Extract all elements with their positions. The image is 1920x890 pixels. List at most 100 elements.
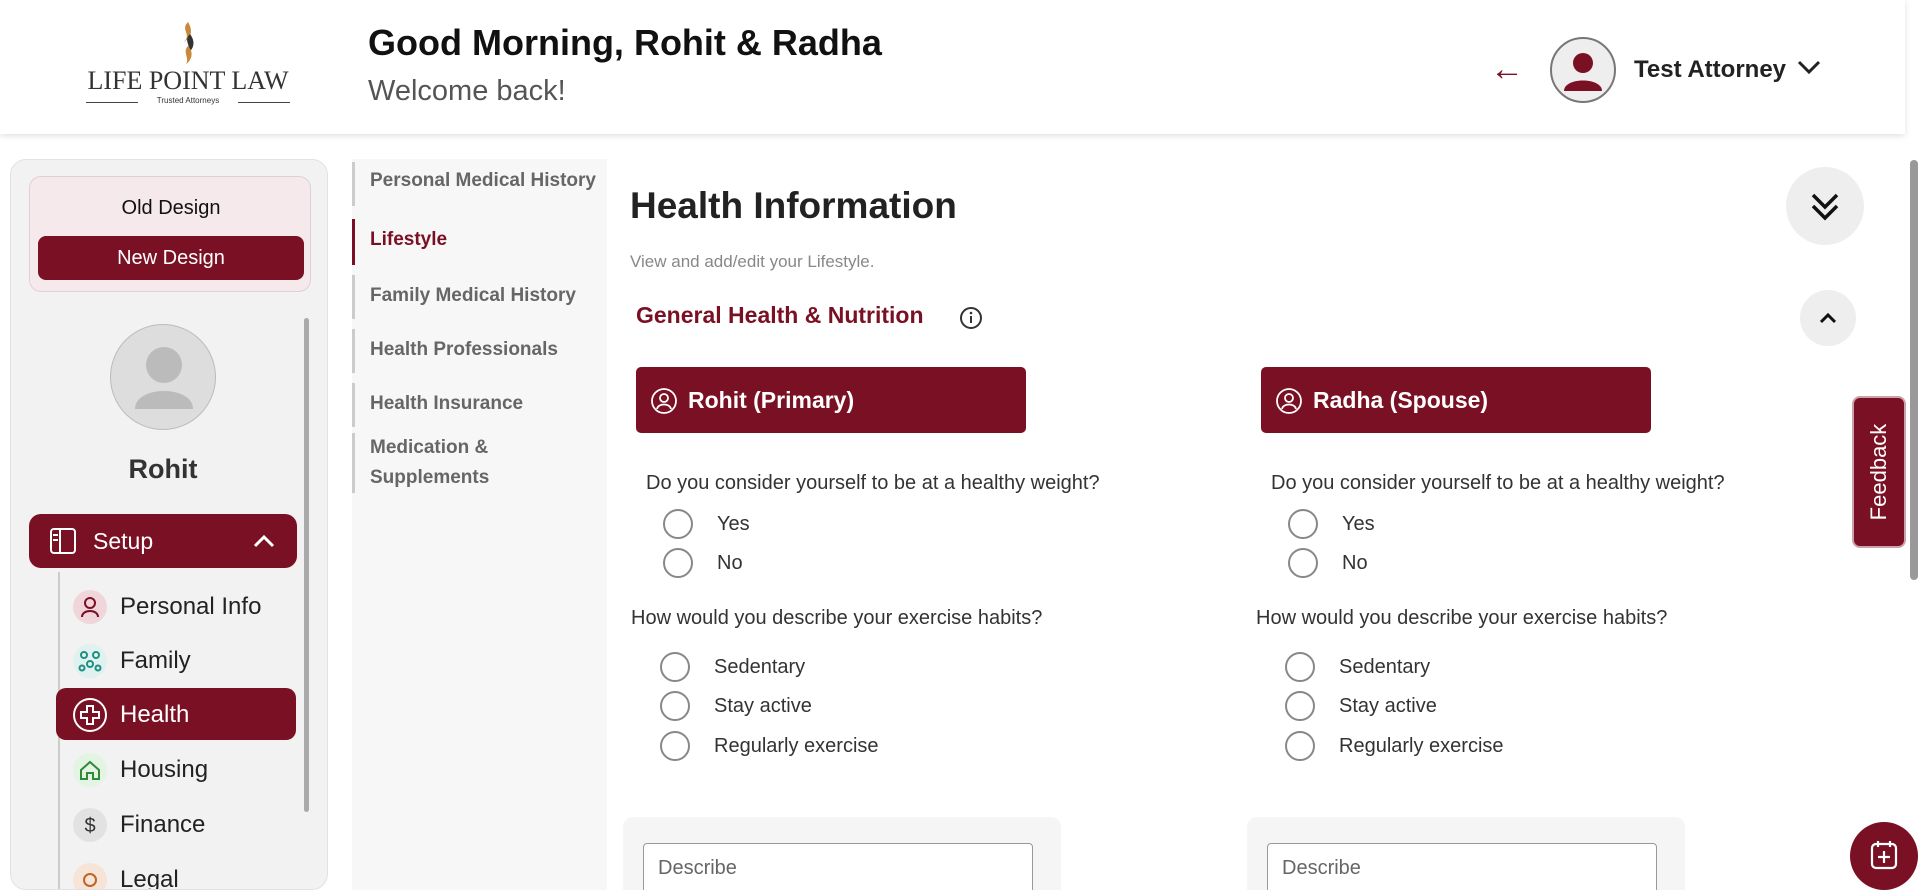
subnav-personal-medical-history[interactable]: Personal Medical History <box>352 162 607 206</box>
subnav-label: Health Professionals <box>370 339 558 360</box>
user-name[interactable]: Test Attorney <box>1634 56 1786 84</box>
profile-name: Rohit <box>128 454 198 484</box>
setup-menu-toggle[interactable]: Setup <box>29 514 297 568</box>
option-label: Sedentary <box>1339 656 1431 678</box>
subnav-medication-supplements[interactable]: Medication & Supplements <box>352 433 607 493</box>
sidebar-item-label: Legal <box>120 866 179 890</box>
subnav-indicator <box>352 275 355 319</box>
radha-describe-input[interactable] <box>1267 843 1657 890</box>
subnav-indicator <box>352 329 355 373</box>
section-collapse-button[interactable] <box>1800 290 1856 346</box>
chevron-up-icon <box>1819 312 1837 324</box>
person-circle-icon <box>651 388 677 414</box>
sidebar-item-label: Personal Info <box>120 593 262 620</box>
radio-circle[interactable] <box>1288 509 1318 539</box>
subnav-label: Medication & <box>370 437 489 458</box>
logo-name: LIFE POINT LAW <box>87 66 289 95</box>
radio-circle[interactable] <box>1285 652 1315 682</box>
setup-icon <box>50 528 76 554</box>
sidebar-item-finance[interactable]: $ Finance <box>56 798 296 850</box>
person-circle-icon <box>1276 388 1302 414</box>
subnav-health-professionals[interactable]: Health Professionals <box>352 329 607 373</box>
radio-circle[interactable] <box>660 652 690 682</box>
family-icon <box>73 644 107 678</box>
sidebar-item-personal-info[interactable]: Personal Info <box>56 580 296 632</box>
back-arrow-icon[interactable]: ← <box>1490 52 1524 86</box>
radha-describe-box <box>1247 817 1685 890</box>
home-icon <box>73 753 107 787</box>
setup-label: Setup <box>93 528 154 554</box>
exercise-habits-question: How would you describe your exercise hab… <box>631 607 1043 629</box>
user-avatar[interactable] <box>1550 37 1616 103</box>
sidebar-scrollbar[interactable] <box>304 318 309 812</box>
svg-text:$: $ <box>84 815 95 837</box>
option-label: Stay active <box>1339 695 1437 717</box>
sidebar-item-health[interactable]: Health <box>56 688 296 740</box>
option-label: Regularly exercise <box>714 735 879 757</box>
user-silhouette-icon <box>1564 53 1602 91</box>
option-label: No <box>1342 552 1368 574</box>
sidebar-item-label: Family <box>120 647 191 674</box>
sidebar-item-label: Finance <box>120 811 206 838</box>
profile-silhouette-icon <box>135 347 193 409</box>
radio-circle[interactable] <box>660 691 690 721</box>
subnav-lifestyle[interactable]: Lifestyle <box>352 219 607 265</box>
radio-circle[interactable] <box>1285 691 1315 721</box>
column-name: Radha (Spouse) <box>1313 387 1489 413</box>
welcome-text: Welcome back! <box>368 75 566 107</box>
radio-circle[interactable] <box>663 548 693 578</box>
rohit-describe-input[interactable] <box>643 843 1033 890</box>
feedback-tab[interactable]: Feedback <box>1852 396 1906 548</box>
chevron-down-icon[interactable] <box>1796 58 1822 76</box>
left-sidebar: Old Design New Design Rohit Setup Person… <box>10 159 328 890</box>
rohit-primary-header: Rohit (Primary) <box>636 367 1026 433</box>
radha-spouse-header: Radha (Spouse) <box>1261 367 1651 433</box>
subnav-label: Health Insurance <box>370 393 524 414</box>
healthy-weight-question: Do you consider yourself to be at a heal… <box>1271 472 1725 494</box>
new-design-button[interactable]: New Design <box>38 236 304 280</box>
exercise-habits-question: How would you describe your exercise hab… <box>1256 607 1668 629</box>
subnav-label: Family Medical History <box>370 285 576 306</box>
logo-tagline: Trusted Attorneys <box>156 96 220 105</box>
option-label: Regularly exercise <box>1339 735 1504 757</box>
subnav-label: Lifestyle <box>370 229 448 250</box>
option-label: Yes <box>1342 513 1375 535</box>
page-subtitle: View and add/edit your Lifestyle. <box>630 252 875 271</box>
chevron-up-icon <box>253 534 275 548</box>
column-name: Rohit (Primary) <box>688 387 855 413</box>
page-scrollbar[interactable] <box>1910 160 1918 580</box>
subnav-indicator <box>352 162 355 206</box>
sidebar-item-housing[interactable]: Housing <box>56 743 296 795</box>
subnav-label-line2: Supplements <box>370 467 490 488</box>
option-label: Yes <box>717 513 750 535</box>
old-design-button[interactable]: Old Design <box>30 197 312 220</box>
radio-circle[interactable] <box>663 509 693 539</box>
life-point-law-logo[interactable]: LIFE POINT LAW Trusted Attorneys <box>86 18 290 112</box>
double-chevron-down-icon <box>1811 193 1839 221</box>
health-cross-icon <box>73 698 107 732</box>
health-subnav: Personal Medical History Lifestyle Famil… <box>352 159 607 890</box>
radio-circle[interactable] <box>660 731 690 761</box>
dollar-icon: $ <box>73 808 107 842</box>
add-note-button[interactable] <box>1850 822 1918 890</box>
radio-circle[interactable] <box>1285 731 1315 761</box>
person-icon <box>73 590 107 624</box>
profile-avatar <box>110 324 216 430</box>
logo-rule-right <box>238 102 290 103</box>
radio-circle[interactable] <box>1288 548 1318 578</box>
subnav-health-insurance[interactable]: Health Insurance <box>352 383 607 427</box>
collapse-all-button[interactable] <box>1786 167 1864 245</box>
subnav-family-medical-history[interactable]: Family Medical History <box>352 275 607 319</box>
sidebar-item-legal[interactable]: Legal <box>56 853 296 890</box>
sidebar-item-label: Health <box>120 701 190 728</box>
sidebar-item-family[interactable]: Family <box>56 634 296 686</box>
healthy-weight-question: Do you consider yourself to be at a heal… <box>646 472 1100 494</box>
top-header: LIFE POINT LAW Trusted Attorneys Good Mo… <box>0 0 1905 134</box>
section-title: General Health & Nutrition <box>636 302 924 328</box>
subnav-indicator <box>352 383 355 427</box>
design-switcher: Old Design New Design <box>29 176 311 292</box>
option-label: No <box>717 552 743 574</box>
info-icon[interactable] <box>959 306 983 330</box>
subnav-indicator <box>352 219 355 265</box>
rohit-describe-box <box>623 817 1061 890</box>
